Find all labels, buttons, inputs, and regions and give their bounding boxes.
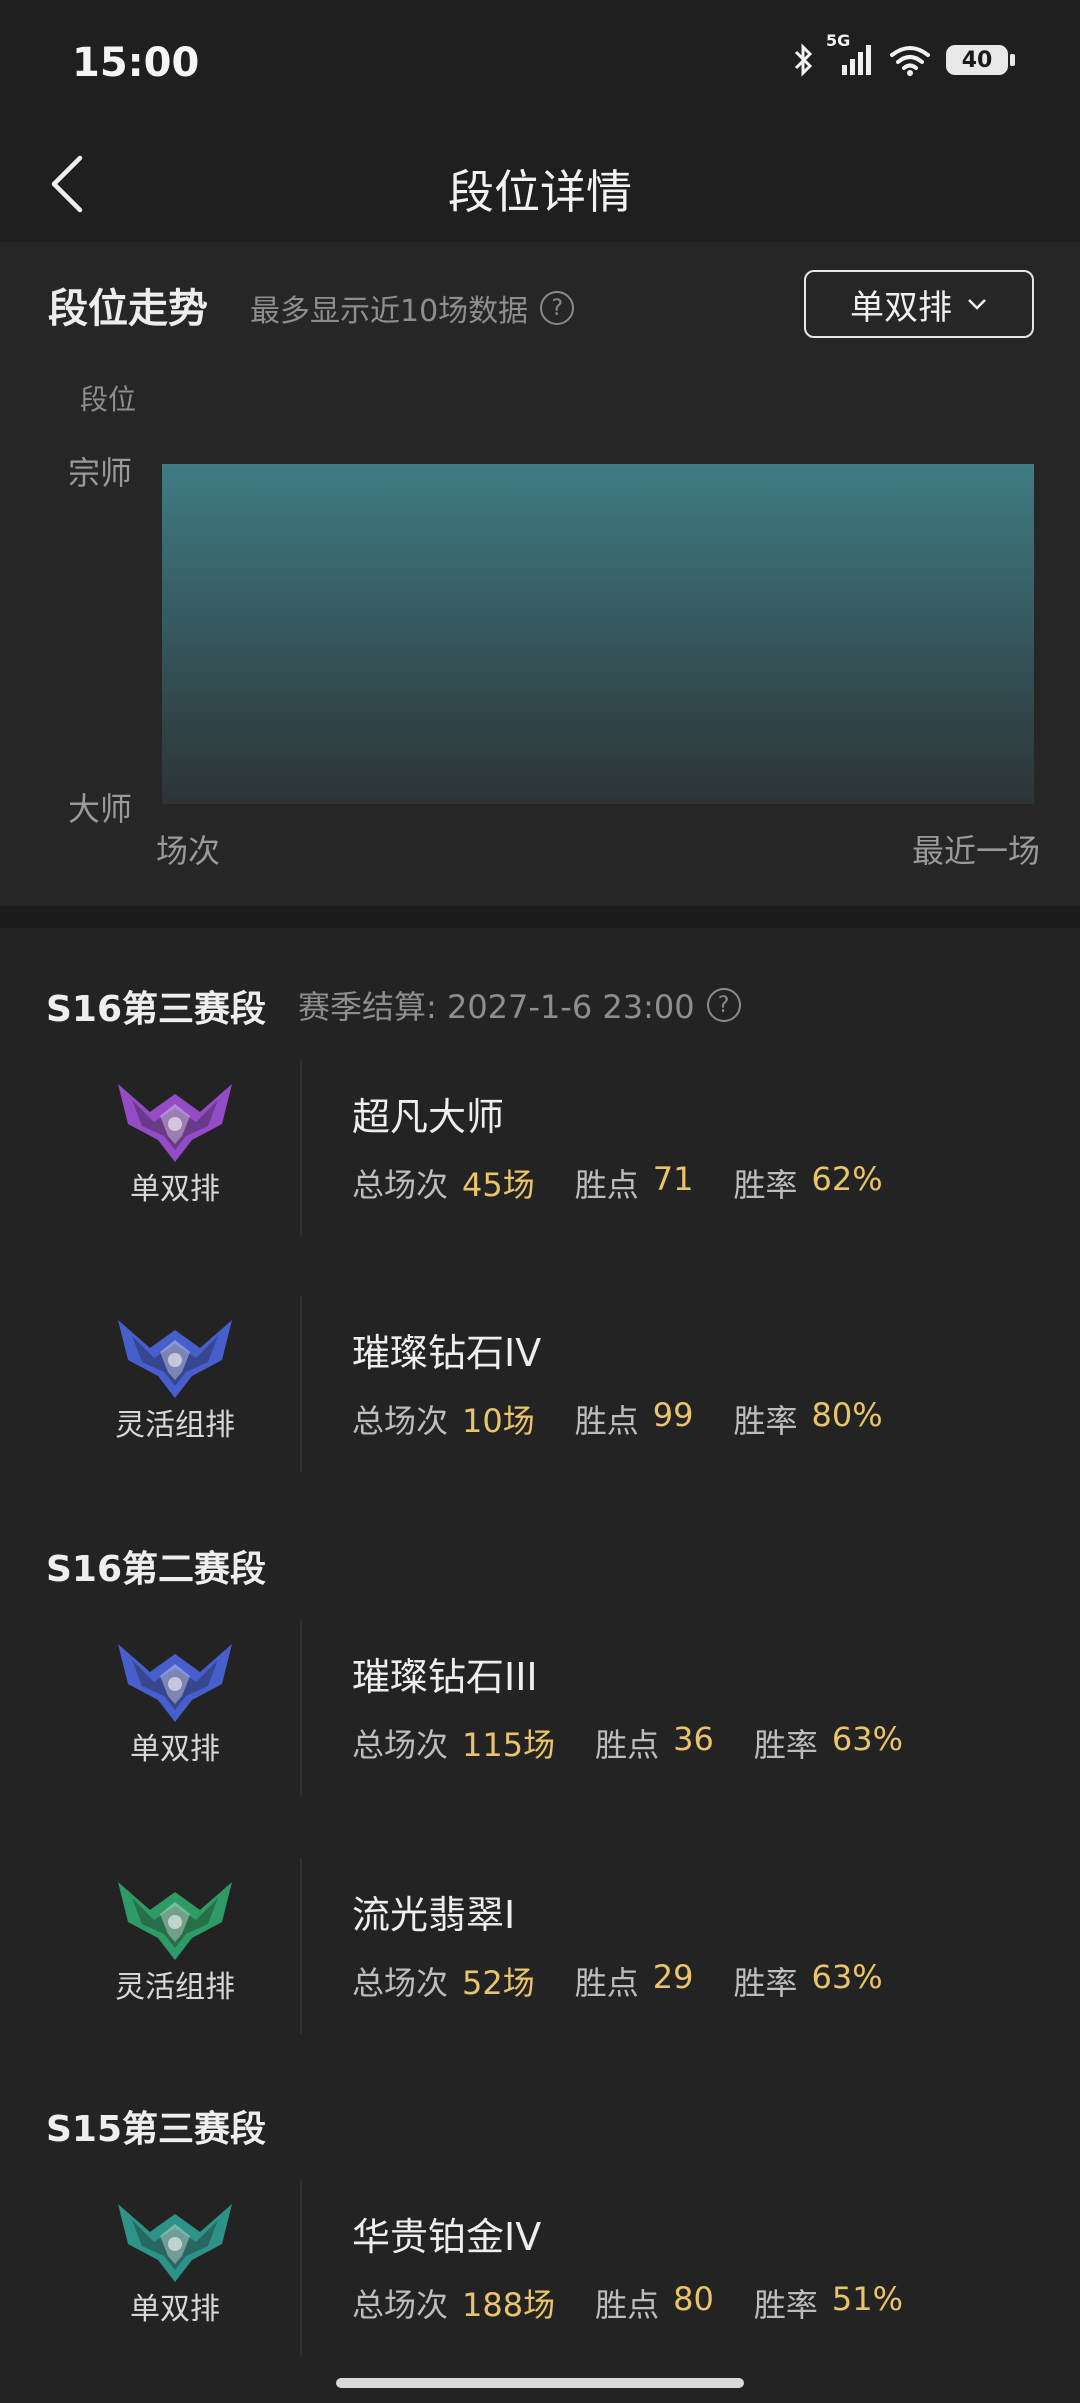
queue-select-dropdown[interactable]: 单双排 xyxy=(804,270,1034,338)
winrate-label: 胜率 xyxy=(733,1166,798,1204)
rank-entry[interactable]: 单双排 璀璨钻石III 总场次 115场 胜点 36 胜率 63% xyxy=(0,1620,1080,1800)
chart-y-tick-top: 宗师 xyxy=(68,454,133,492)
battery-icon: 40 xyxy=(946,45,1015,75)
network-type-label: 5G xyxy=(826,31,851,50)
winrate-value: 80% xyxy=(811,1396,883,1434)
queue-select-value: 单双排 xyxy=(850,287,952,328)
games-value: 45场 xyxy=(462,1166,535,1204)
winrate-value: 63% xyxy=(811,1958,883,1996)
row-divider xyxy=(300,1858,302,2034)
queue-label: 单双排 xyxy=(130,1732,220,1767)
rank-emblem xyxy=(110,1864,240,1964)
row-divider xyxy=(300,1060,302,1236)
season-title: S16第二赛段 xyxy=(46,1549,267,1590)
games-value: 10场 xyxy=(462,1402,535,1440)
chart-area-series xyxy=(162,464,1034,804)
diamond-emblem-icon xyxy=(118,1644,232,1722)
rank-entry[interactable]: 单双排 超凡大师 总场次 45场 胜点 71 胜率 62% xyxy=(0,1060,1080,1240)
emerald-emblem-icon xyxy=(118,1882,232,1960)
help-icon[interactable]: ? xyxy=(540,291,575,325)
home-indicator[interactable] xyxy=(336,2378,744,2388)
rank-trend-card: 段位走势 最多显示近10场数据 ? 单双排 段位 宗师 大师 场次 最近一场 xyxy=(0,242,1080,906)
rank-stats: 总场次 52场 胜点 29 胜率 63% xyxy=(352,1958,923,2004)
season-title: S16第三赛段 xyxy=(46,989,267,1030)
winrate-label: 胜率 xyxy=(733,1964,798,2002)
platinum-emblem-icon xyxy=(118,2204,232,2282)
winrate-label: 胜率 xyxy=(753,2286,818,2324)
lp-label: 胜点 xyxy=(574,1402,639,1440)
queue-label: 灵活组排 xyxy=(115,1408,235,1443)
master-emblem-icon xyxy=(118,1084,232,1162)
rank-entry[interactable]: 灵活组排 流光翡翠I 总场次 52场 胜点 29 胜率 63% xyxy=(0,1858,1080,2038)
rank-emblem xyxy=(110,1066,240,1166)
season-settlement-note: 赛季结算: 2027-1-6 23:00 ? xyxy=(298,982,741,1028)
row-divider xyxy=(300,1296,302,1472)
chart-x-tick-end: 最近一场 xyxy=(911,832,1040,870)
settlement-text: 赛季结算: 2027-1-6 23:00 xyxy=(298,988,695,1026)
help-icon[interactable]: ? xyxy=(706,988,741,1022)
lp-label: 胜点 xyxy=(574,1166,639,1204)
queue-label: 灵活组排 xyxy=(115,1970,235,2005)
status-bar: 15:00 5G 40 xyxy=(0,0,1080,130)
games-label: 总场次 xyxy=(352,2286,449,2324)
rank-stats: 总场次 45场 胜点 71 胜率 62% xyxy=(352,1160,923,1206)
rank-stats: 总场次 115场 胜点 36 胜率 63% xyxy=(352,1720,943,1766)
rank-entry[interactable]: 灵活组排 璀璨钻石IV 总场次 10场 胜点 99 胜率 80% xyxy=(0,1296,1080,1476)
winrate-value: 62% xyxy=(811,1160,883,1198)
chart-y-axis-label: 段位 xyxy=(80,383,137,416)
winrate-value: 63% xyxy=(831,1720,903,1758)
games-label: 总场次 xyxy=(352,1166,449,1204)
lp-value: 99 xyxy=(652,1396,694,1434)
lp-label: 胜点 xyxy=(574,1964,639,2002)
chart-x-tick-start: 场次 xyxy=(156,832,221,870)
rank-stats: 总场次 188场 胜点 80 胜率 51% xyxy=(352,2280,943,2326)
games-label: 总场次 xyxy=(352,1402,449,1440)
winrate-value: 51% xyxy=(831,2280,903,2318)
lp-value: 71 xyxy=(652,1160,694,1198)
nav-bar: 段位详情 xyxy=(0,130,1080,242)
games-value: 188场 xyxy=(462,2286,556,2324)
lp-label: 胜点 xyxy=(595,1726,660,1764)
games-label: 总场次 xyxy=(352,1964,449,2002)
status-icons: 5G 40 xyxy=(792,31,1015,78)
wifi-icon xyxy=(888,43,932,77)
queue-label: 单双排 xyxy=(130,1172,220,1207)
queue-label: 单双排 xyxy=(130,2292,220,2327)
rank-emblem xyxy=(110,1626,240,1726)
status-time: 15:00 xyxy=(72,40,200,86)
rank-name: 流光翡翠I xyxy=(352,1893,516,1937)
season-title: S15第三赛段 xyxy=(46,2109,267,2150)
page-title: 段位详情 xyxy=(448,165,632,219)
games-label: 总场次 xyxy=(352,1726,449,1764)
rank-name: 璀璨钻石III xyxy=(352,1655,538,1699)
chevron-down-icon xyxy=(968,299,986,310)
cellular-signal-icon: 5G xyxy=(826,31,874,77)
row-divider xyxy=(300,2180,302,2356)
row-divider xyxy=(300,1620,302,1796)
rank-name: 华贵铂金IV xyxy=(352,2215,542,2259)
lp-value: 36 xyxy=(673,1720,714,1758)
section-subtitle: 最多显示近10场数据 ? xyxy=(250,286,575,330)
diamond-emblem-icon xyxy=(118,1320,232,1398)
winrate-label: 胜率 xyxy=(733,1402,798,1440)
rank-stats: 总场次 10场 胜点 99 胜率 80% xyxy=(352,1396,923,1442)
lp-value: 29 xyxy=(652,1958,694,1996)
bluetooth-icon xyxy=(792,42,816,78)
lp-value: 80 xyxy=(673,2280,714,2318)
rank-name: 超凡大师 xyxy=(352,1095,505,1139)
section-title: 段位走势 xyxy=(48,286,208,332)
subtitle-text: 最多显示近10场数据 xyxy=(250,294,529,329)
winrate-label: 胜率 xyxy=(753,1726,818,1764)
chart-y-tick-bottom: 大师 xyxy=(68,790,133,828)
lp-label: 胜点 xyxy=(595,2286,660,2324)
rank-entry[interactable]: 单双排 华贵铂金IV 总场次 188场 胜点 80 胜率 51% xyxy=(0,2180,1080,2360)
rank-name: 璀璨钻石IV xyxy=(352,1331,542,1375)
rank-emblem xyxy=(110,2186,240,2286)
section-divider xyxy=(0,906,1080,928)
rank-emblem xyxy=(110,1302,240,1402)
rank-trend-chart xyxy=(162,464,1034,804)
games-value: 115场 xyxy=(462,1726,556,1764)
games-value: 52场 xyxy=(462,1964,535,2002)
